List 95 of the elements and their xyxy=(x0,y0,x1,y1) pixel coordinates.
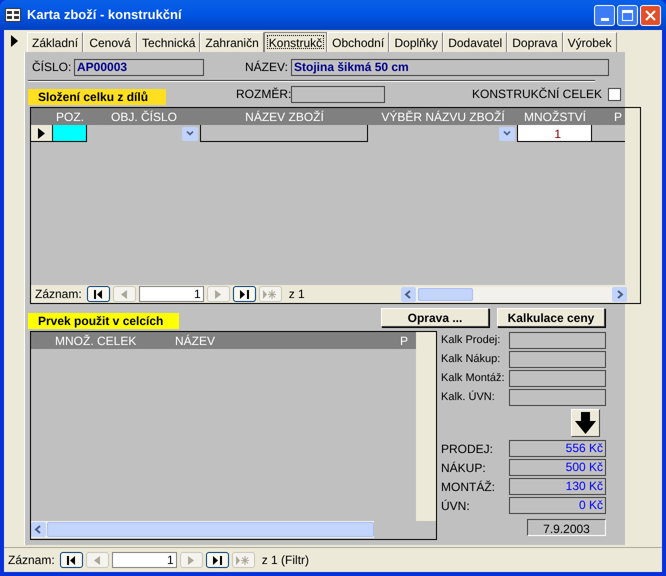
field-label: ÚVN: xyxy=(441,498,471,514)
action-button[interactable]: Oprava ... xyxy=(381,308,489,327)
record-number-field[interactable]: 1 xyxy=(112,552,177,568)
next-icon xyxy=(188,556,194,564)
quantity-cell[interactable]: 1 xyxy=(518,125,592,141)
last-icon xyxy=(212,556,222,564)
last-record-button[interactable] xyxy=(206,552,229,568)
copy-down-button[interactable] xyxy=(571,409,600,437)
record-count: z 1 (Filtr) xyxy=(262,552,310,569)
total-field[interactable]: 556 Kč xyxy=(509,440,606,457)
column-header: NÁZEV ZBOŽÍ xyxy=(244,109,325,125)
dropdown-field[interactable] xyxy=(368,125,518,142)
field-label: MONTÁŽ: xyxy=(441,478,496,496)
window-title: Karta zboží - konstrukční xyxy=(27,6,182,24)
date-field: 7.9.2003 xyxy=(527,519,606,536)
down-arrow-icon xyxy=(575,412,596,434)
field-label: NÁKUP: xyxy=(441,460,487,476)
new-record-icon xyxy=(263,290,278,298)
field-label: NÁZEV: xyxy=(245,59,289,76)
tab[interactable]: Základní xyxy=(27,32,84,52)
form-icon xyxy=(5,8,21,22)
calculation-field[interactable] xyxy=(509,351,606,368)
column-header: NÁZEV xyxy=(175,333,216,349)
scrollbar-thumb[interactable] xyxy=(47,522,374,537)
calculation-field[interactable] xyxy=(509,389,606,406)
field-label: Kalk. ÚVN: xyxy=(441,390,496,406)
chevron-down-icon xyxy=(186,131,194,136)
name-field[interactable]: Stojina šikmá 50 cm xyxy=(291,58,609,76)
first-icon xyxy=(66,556,76,564)
minimize-button[interactable] xyxy=(594,4,615,26)
tab[interactable]: Výrobek xyxy=(562,32,617,52)
tab[interactable]: Zahraničn xyxy=(200,32,264,52)
field-label: ČÍSLO: xyxy=(32,59,72,76)
calculation-field[interactable] xyxy=(509,332,606,349)
scroll-left-icon xyxy=(31,522,46,537)
tab[interactable]: Technická xyxy=(137,32,200,52)
previous-icon xyxy=(94,556,100,564)
maximize-icon xyxy=(622,10,633,20)
horizontal-scrollbar[interactable] xyxy=(31,521,374,538)
tab[interactable]: Doplňky xyxy=(389,32,444,52)
position-cell[interactable] xyxy=(53,125,87,141)
scroll-left-icon xyxy=(400,286,416,302)
new-record-icon xyxy=(236,556,250,564)
minimize-icon xyxy=(600,18,608,20)
column-header: P xyxy=(613,109,622,125)
first-icon xyxy=(94,290,103,298)
chevron-down-icon xyxy=(503,131,511,136)
column-header: POZ. xyxy=(54,109,85,125)
dropdown-field[interactable] xyxy=(87,125,201,142)
current-row-icon xyxy=(38,128,45,138)
calculation-field[interactable] xyxy=(509,370,606,387)
field-label: Kalk Nákup: xyxy=(441,352,502,368)
horizontal-scrollbar[interactable] xyxy=(400,286,627,302)
field-label: KONSTRUKČNÍ CELEK xyxy=(472,86,602,103)
record-label: Záznam: xyxy=(8,552,55,569)
close-icon xyxy=(645,10,656,20)
total-field[interactable]: 500 Kč xyxy=(509,459,606,476)
section-heading: Prvek použit v celcích xyxy=(28,313,179,329)
column-header: OBJ. ČÍSLO xyxy=(110,109,178,125)
first-record-button[interactable] xyxy=(86,286,110,302)
record-label: Záznam: xyxy=(35,286,82,303)
tab[interactable]: Dodavatel xyxy=(443,32,508,52)
column-header: MNOŽ. CELEK xyxy=(55,333,138,349)
tab[interactable]: Cenová xyxy=(83,32,138,52)
section-heading: Složení celku z dílů xyxy=(28,89,166,105)
record-number-field[interactable]: 1 xyxy=(138,286,204,302)
action-button[interactable]: Kalkulace ceny xyxy=(497,308,605,327)
last-icon xyxy=(240,290,249,298)
dimension-field[interactable] xyxy=(291,86,385,102)
total-field[interactable]: 130 Kč xyxy=(509,478,606,495)
tab[interactable]: Obchodní xyxy=(327,32,390,52)
field-label: Kalk Montáž: xyxy=(441,371,506,386)
field-label: PRODEJ: xyxy=(441,440,494,458)
checkbox[interactable] xyxy=(608,88,622,100)
column-header: VÝBĚR NÁZVU ZBOŽÍ xyxy=(380,109,506,125)
total-field[interactable]: 0 Kč xyxy=(509,497,606,514)
previous-icon xyxy=(121,290,128,298)
number-field[interactable]: AP00003 xyxy=(74,58,204,76)
scroll-right-icon xyxy=(612,286,627,302)
maximize-button[interactable] xyxy=(617,4,638,26)
field-label: ROZMĚR: xyxy=(236,86,291,103)
tab[interactable]: Konstrukč xyxy=(264,32,328,52)
next-icon xyxy=(215,290,222,298)
tab[interactable]: Doprava xyxy=(507,32,563,52)
field-label: Kalk Prodej: xyxy=(441,333,502,348)
last-record-button[interactable] xyxy=(232,286,256,302)
dropdown-button[interactable] xyxy=(499,126,515,140)
record-count: z 1 xyxy=(288,286,305,303)
column-header: P xyxy=(400,333,408,349)
scrollbar-thumb[interactable] xyxy=(418,288,473,300)
record-selector-icon xyxy=(11,35,18,47)
first-record-button[interactable] xyxy=(60,552,83,568)
column-header: MNOŽSTVÍ xyxy=(523,109,587,125)
dropdown-button[interactable] xyxy=(182,126,198,140)
close-button[interactable] xyxy=(640,4,661,26)
